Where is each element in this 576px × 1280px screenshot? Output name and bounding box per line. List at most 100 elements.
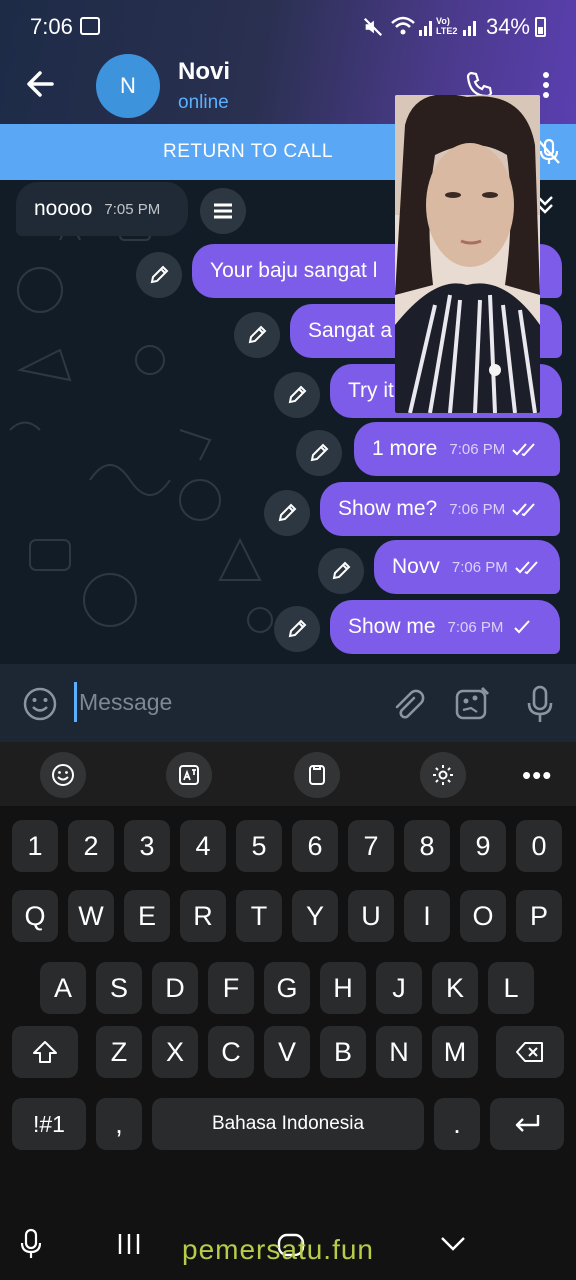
status-time: 7:06: [30, 14, 73, 39]
battery-percent: 34%: [485, 14, 530, 39]
back-arrow-icon[interactable]: [24, 66, 56, 102]
key-h[interactable]: H: [320, 962, 366, 1014]
key-a[interactable]: A: [40, 962, 86, 1014]
enter-key[interactable]: [490, 1098, 564, 1150]
edit-message-button[interactable]: [274, 606, 320, 652]
key-0[interactable]: 0: [516, 820, 562, 872]
period-key[interactable]: .: [434, 1098, 480, 1150]
kb-settings-button[interactable]: [420, 752, 466, 798]
kb-emoji-button[interactable]: [40, 752, 86, 798]
key-j[interactable]: J: [376, 962, 422, 1014]
system-nav-bar: pemersatu.fun: [0, 1206, 576, 1280]
message-bubble-outgoing[interactable]: Novv 7:06 PM: [374, 540, 560, 594]
emoji-icon: [52, 764, 74, 786]
key-8[interactable]: 8: [404, 820, 450, 872]
pencil-icon: [288, 385, 307, 404]
backspace-icon: [516, 1042, 543, 1062]
key-9[interactable]: 9: [460, 820, 506, 872]
key-e[interactable]: E: [124, 890, 170, 942]
key-w[interactable]: W: [68, 890, 114, 942]
key-p[interactable]: P: [516, 890, 562, 942]
edit-message-button[interactable]: [136, 252, 182, 298]
avatar[interactable]: N: [96, 54, 160, 118]
space-key[interactable]: Bahasa Indonesia: [152, 1098, 424, 1150]
sticker-icon[interactable]: [454, 686, 490, 722]
key-y[interactable]: Y: [292, 890, 338, 942]
message-text: Sangat a: [308, 319, 393, 342]
back-chevron-icon[interactable]: [440, 1234, 466, 1254]
key-s[interactable]: S: [96, 962, 142, 1014]
key-c[interactable]: C: [208, 1026, 254, 1078]
list-icon: [214, 203, 232, 219]
key-2[interactable]: 2: [68, 820, 114, 872]
key-1[interactable]: 1: [12, 820, 58, 872]
message-text: Your baju sangat l: [210, 259, 378, 282]
emoji-icon[interactable]: [22, 686, 58, 722]
message-menu-button[interactable]: [200, 188, 246, 234]
shift-icon: [33, 1041, 57, 1063]
microphone-icon[interactable]: [524, 684, 556, 724]
shift-key[interactable]: [12, 1026, 78, 1078]
network-label: Vo) LTE2: [436, 16, 458, 36]
key-d[interactable]: D: [152, 962, 198, 1014]
message-text: Show me: [348, 615, 436, 638]
message-text: Try it: [348, 379, 394, 402]
key-r[interactable]: R: [180, 890, 226, 942]
message-bubble-incoming[interactable]: noooo 7:05 PM: [16, 182, 188, 236]
edit-message-button[interactable]: [296, 430, 342, 476]
message-bubble-outgoing[interactable]: 1 more 7:06 PM: [354, 422, 560, 476]
message-input[interactable]: [74, 682, 374, 722]
single-check-icon: [514, 620, 531, 634]
key-k[interactable]: K: [432, 962, 478, 1014]
key-v[interactable]: V: [264, 1026, 310, 1078]
key-u[interactable]: U: [348, 890, 394, 942]
video-call-preview[interactable]: [395, 95, 540, 413]
pencil-icon: [278, 503, 297, 522]
key-q[interactable]: Q: [12, 890, 58, 942]
enter-icon: [515, 1115, 540, 1132]
composer-bar: [0, 664, 576, 742]
voice-input-icon[interactable]: [18, 1228, 44, 1260]
keyboard-keys: 1 2 3 4 5 6 7 8 9 0 Q W E R T Y U I O P …: [0, 806, 576, 1216]
key-l[interactable]: L: [488, 962, 534, 1014]
kb-clipboard-button[interactable]: [294, 752, 340, 798]
key-g[interactable]: G: [264, 962, 310, 1014]
signal-icon: [419, 21, 432, 36]
key-6[interactable]: 6: [292, 820, 338, 872]
signal-2-icon: [463, 21, 476, 36]
key-3[interactable]: 3: [124, 820, 170, 872]
pencil-icon: [248, 325, 267, 344]
message-bubble-outgoing[interactable]: Show me 7:06 PM: [330, 600, 560, 654]
kb-translate-button[interactable]: [166, 752, 212, 798]
key-b[interactable]: B: [320, 1026, 366, 1078]
backspace-key[interactable]: [496, 1026, 564, 1078]
key-i[interactable]: I: [404, 890, 450, 942]
key-f[interactable]: F: [208, 962, 254, 1014]
key-t[interactable]: T: [236, 890, 282, 942]
key-m[interactable]: M: [432, 1026, 478, 1078]
message-time: 7:06 PM: [449, 500, 506, 518]
paperclip-icon[interactable]: [390, 688, 426, 724]
avatar-letter: N: [120, 73, 136, 98]
message-text: noooo: [34, 197, 93, 220]
key-n[interactable]: N: [376, 1026, 422, 1078]
comma-key[interactable]: ,: [96, 1098, 142, 1150]
pencil-icon: [150, 265, 169, 284]
key-7[interactable]: 7: [348, 820, 394, 872]
key-x[interactable]: X: [152, 1026, 198, 1078]
message-time: 7:06 PM: [451, 558, 508, 576]
edit-message-button[interactable]: [264, 490, 310, 536]
edit-message-button[interactable]: [234, 312, 280, 358]
key-z[interactable]: Z: [96, 1026, 142, 1078]
message-bubble-outgoing[interactable]: Show me? 7:06 PM: [320, 482, 560, 536]
key-4[interactable]: 4: [180, 820, 226, 872]
kb-more-button[interactable]: •••: [522, 760, 552, 791]
message-text: Show me?: [338, 497, 438, 520]
contact-name[interactable]: Novi: [178, 58, 230, 86]
key-5[interactable]: 5: [236, 820, 282, 872]
edit-message-button[interactable]: [318, 548, 364, 594]
symbols-key[interactable]: !#1: [12, 1098, 86, 1150]
edit-message-button[interactable]: [274, 372, 320, 418]
key-o[interactable]: O: [460, 890, 506, 942]
recents-icon[interactable]: [116, 1232, 142, 1256]
